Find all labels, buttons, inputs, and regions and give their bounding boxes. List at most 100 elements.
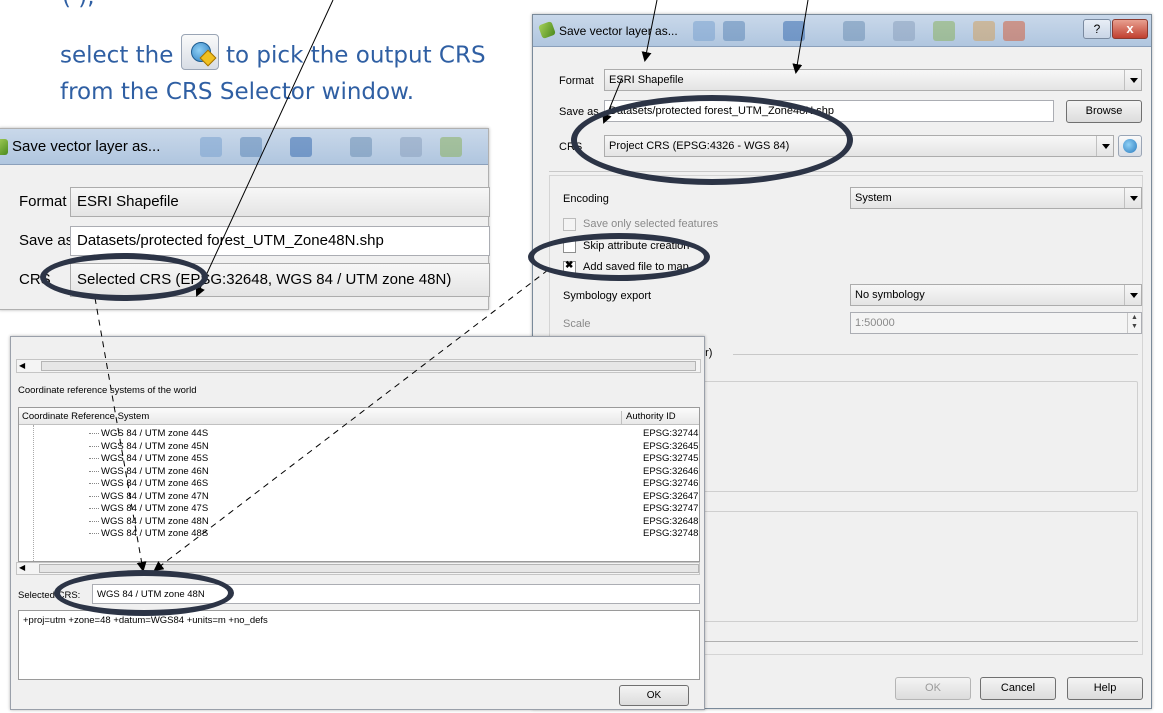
ghost-icon (843, 21, 865, 41)
crs-ok-button[interactable]: OK (619, 685, 689, 706)
caption-line2: from the CRS Selector window. (60, 79, 415, 105)
symbology-label: Symbology export (563, 290, 652, 302)
crs-picker-icon (180, 34, 219, 70)
caption-top-fragment: ( ), (62, 0, 95, 14)
proj-string: +proj=utm +zone=48 +datum=WGS84 +units=m… (23, 615, 268, 626)
highlight-ellipse-selected-crs (54, 570, 234, 616)
saveas-field[interactable]: Datasets/protected forest_UTM_Zone48N.sh… (70, 226, 490, 256)
help-button[interactable]: Help (1067, 677, 1143, 700)
format-label: Format (19, 193, 67, 210)
crs-ok-label: OK (646, 690, 662, 701)
tree-connector (89, 508, 99, 509)
table-row[interactable]: WGS 84 / UTM zone 47N EPSG:32647 (19, 491, 699, 502)
col-crs-header[interactable]: Coordinate Reference System (22, 411, 149, 422)
proj-string-box: +proj=utm +zone=48 +datum=WGS84 +units=m… (18, 610, 700, 680)
encoding-value: System (855, 192, 892, 204)
crs-authority: EPSG:32744 (643, 428, 699, 439)
dialog-title: Save vector layer as... (12, 138, 161, 155)
table-row[interactable]: WGS 84 / UTM zone 46S EPSG:32746 (19, 478, 699, 489)
highlight-ellipse-crs-right (571, 95, 853, 185)
scale-value: 1:50000 (855, 317, 895, 329)
caption-line1: select the to pick the output CRS (60, 34, 486, 74)
table-row[interactable]: WGS 84 / UTM zone 45N EPSG:32645 (19, 441, 699, 452)
crs-name: WGS 84 / UTM zone 46S (101, 478, 209, 489)
save-only-selected-checkbox[interactable] (563, 218, 576, 231)
cancel-label: Cancel (1000, 682, 1036, 694)
title-bar: Save vector layer as... (0, 129, 488, 165)
encoding-combo[interactable]: System (850, 187, 1142, 209)
saveas-value: Datasets/protected forest_UTM_Zone48N.sh… (77, 232, 384, 249)
table-row[interactable]: WGS 84 / UTM zone 48S EPSG:32748 (19, 528, 699, 539)
table-row[interactable]: WGS 84 / UTM zone 44S EPSG:32744 (19, 428, 699, 439)
qgis-icon (0, 139, 8, 155)
crs-picker-button[interactable] (1118, 135, 1142, 157)
crs-authority: EPSG:32645 (643, 440, 699, 452)
help-label: Help (1093, 682, 1117, 694)
ghost-icon (440, 137, 462, 157)
ghost-icon (783, 21, 805, 41)
chevron-down-icon (1096, 136, 1113, 156)
scroll-left-icon: ◀ (19, 361, 26, 370)
format-combo[interactable]: ESRI Shapefile (70, 187, 490, 217)
close-button[interactable]: x (1112, 19, 1148, 39)
crs-authority: EPSG:32646 (643, 465, 699, 477)
scale-label: Scale (563, 318, 591, 330)
encoding-label: Encoding (563, 193, 609, 205)
crs-authority: EPSG:32748 (643, 528, 699, 539)
crs-name: WGS 84 / UTM zone 48S (101, 528, 209, 539)
crs-name: WGS 84 / UTM zone 48N (101, 515, 209, 527)
save-only-selected-label: Save only selected features (583, 218, 719, 230)
table-header: Coordinate Reference System Authority ID (19, 408, 699, 425)
ghost-icon (973, 21, 995, 41)
col-auth-header[interactable]: Authority ID (621, 411, 676, 425)
tree-connector (89, 445, 99, 447)
crs-name: WGS 84 / UTM zone 46N (101, 465, 209, 477)
ok-button[interactable]: OK (895, 677, 971, 700)
close-icon: x (1126, 21, 1134, 36)
chevron-down-icon (1124, 188, 1141, 208)
table-row[interactable]: WGS 84 / UTM zone 45S EPSG:32745 (19, 453, 699, 464)
crs-name: WGS 84 / UTM zone 45N (101, 440, 209, 452)
crs-name: WGS 84 / UTM zone 47S (101, 503, 209, 514)
ghost-icon (693, 21, 715, 41)
crs-selector-window: ◀ Coordinate reference systems of the wo… (10, 336, 705, 710)
ghost-icon (933, 21, 955, 41)
help-title-button[interactable]: ? (1083, 19, 1111, 39)
table-row[interactable]: WGS 84 / UTM zone 48N EPSG:32648 (19, 516, 699, 527)
browse-label: Browse (1085, 105, 1123, 117)
format-combo[interactable]: ESRI Shapefile (604, 69, 1142, 91)
ghost-icon (200, 137, 222, 157)
title-bar: Save vector layer as... ? x (533, 15, 1151, 47)
globe-icon (1123, 139, 1137, 153)
top-scrollbar[interactable]: ◀ (16, 359, 701, 373)
ok-label: OK (925, 682, 941, 694)
chevron-down-icon (1124, 70, 1141, 90)
crs-name: WGS 84 / UTM zone 45S (101, 453, 209, 464)
tree-connector (89, 520, 99, 522)
symbology-combo[interactable]: No symbology (850, 284, 1142, 306)
dialog-title: Save vector layer as... (559, 24, 678, 38)
highlight-ellipse-crs-left (40, 253, 208, 301)
ghost-icon (240, 137, 262, 157)
crs-name: WGS 84 / UTM zone 47N (101, 490, 209, 502)
ghost-icon (350, 137, 372, 157)
cancel-button[interactable]: Cancel (980, 677, 1056, 700)
table-row[interactable]: WGS 84 / UTM zone 47S EPSG:32747 (19, 503, 699, 514)
spin-icon: ▲ ▼ (1127, 313, 1141, 333)
scroll-thumb[interactable] (41, 361, 696, 371)
table-row[interactable]: WGS 84 / UTM zone 46N EPSG:32646 (19, 466, 699, 477)
ghost-icon (400, 137, 422, 157)
saveas-label: Save as (19, 232, 74, 249)
group-line (733, 354, 1138, 355)
datasource-options-group (699, 381, 1138, 492)
browse-button[interactable]: Browse (1066, 100, 1142, 123)
divider (699, 641, 1138, 642)
scale-field[interactable]: 1:50000 ▲ ▼ (850, 312, 1142, 334)
crs-authority: EPSG:32745 (643, 453, 699, 464)
ghost-icon (1003, 21, 1025, 41)
crs-authority: EPSG:32747 (643, 503, 699, 514)
ghost-icon (290, 137, 312, 157)
qgis-icon (538, 21, 556, 39)
tree-connector (89, 458, 99, 459)
crs-name: WGS 84 / UTM zone 44S (101, 428, 209, 439)
